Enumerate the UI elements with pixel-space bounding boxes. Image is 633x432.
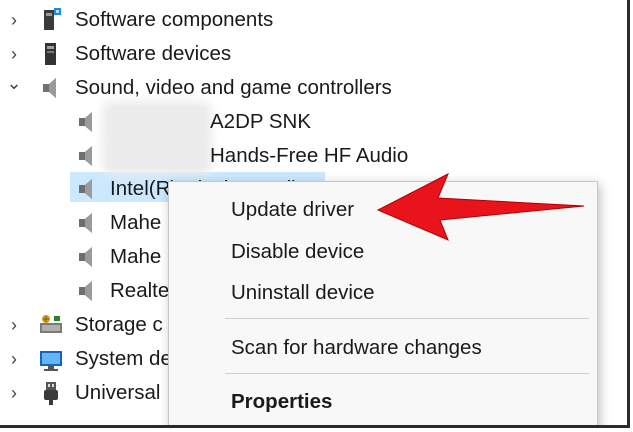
menu-item-update-driver[interactable]: Update driver [231, 198, 354, 222]
menu-item-uninstall-device[interactable]: Uninstall device [231, 281, 375, 305]
menu-separator [225, 318, 589, 319]
menu-item-scan-for-hardware-changes[interactable]: Scan for hardware changes [231, 336, 482, 360]
speaker-icon [76, 109, 98, 135]
redacted-device-name [108, 139, 206, 169]
red-arrow-icon [376, 172, 585, 241]
menu-item-properties[interactable]: Properties [231, 390, 332, 414]
menu-item-disable-device[interactable]: Disable device [231, 240, 364, 264]
chevron-down-icon[interactable]: ⌄ [6, 73, 22, 93]
speaker-icon [76, 244, 98, 270]
speaker-icon [76, 210, 98, 236]
tree-item-label: Realte [110, 279, 170, 302]
speaker-icon [76, 176, 98, 202]
chevron-right-icon[interactable]: › [6, 44, 22, 64]
tree-item-label: Hands-Free HF Audio [210, 144, 409, 167]
redacted-device-name [108, 107, 206, 137]
storage-controller-icon [38, 312, 62, 338]
tree-item-software-devices[interactable]: › Software devices [0, 37, 620, 71]
tree-item-label: Software devices [75, 42, 232, 65]
tree-item-label: Universal [75, 381, 161, 404]
tree-item-label: Mahe [110, 211, 162, 234]
software-components-icon [40, 7, 62, 33]
system-devices-icon [38, 346, 62, 372]
device-manager-window: › Software components › Software devices… [0, 0, 630, 428]
tree-item-label: Mahe [110, 245, 162, 268]
tree-item-label: Software components [75, 8, 274, 31]
chevron-right-icon[interactable]: › [6, 383, 22, 403]
chevron-right-icon[interactable]: › [6, 315, 22, 335]
tree-item-label: Storage c [75, 313, 163, 336]
speaker-icon [76, 143, 98, 169]
usb-icon [40, 380, 62, 406]
tree-item-a2dp-snk[interactable]: A2DP SNK [0, 105, 620, 139]
menu-separator [225, 373, 589, 374]
tree-item-hands-free-hf-audio[interactable]: Hands-Free HF Audio [0, 139, 620, 173]
tree-item-label: Sound, video and game controllers [75, 76, 392, 99]
tree-item-label: A2DP SNK [210, 110, 312, 133]
tree-item-sound-video-game-controllers[interactable]: ⌄ Sound, video and game controllers [0, 71, 620, 105]
software-devices-icon [40, 41, 62, 67]
speaker-icon [40, 75, 62, 101]
chevron-right-icon[interactable]: › [6, 349, 22, 369]
chevron-right-icon[interactable]: › [6, 10, 22, 30]
tree-item-software-components[interactable]: › Software components [0, 3, 620, 37]
tree-item-label: System de [75, 347, 172, 370]
speaker-icon [76, 278, 98, 304]
